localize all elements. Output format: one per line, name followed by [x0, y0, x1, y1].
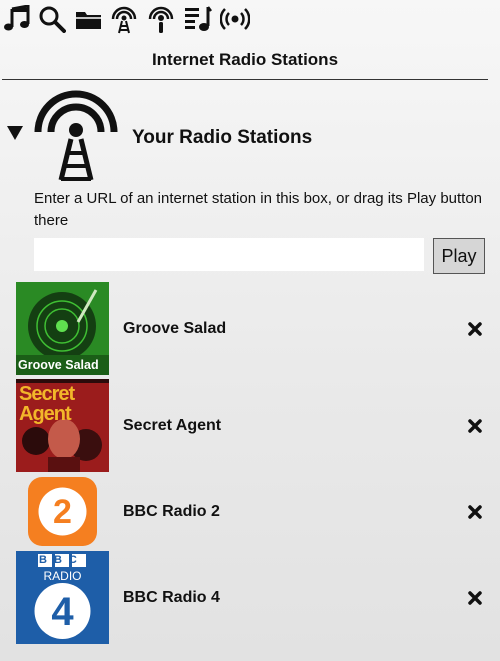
- artwork-label: Groove Salad: [18, 358, 99, 372]
- station-item[interactable]: BBC RADIO 4 BBC Radio 4: [0, 551, 500, 645]
- station-name[interactable]: BBC Radio 4: [123, 551, 220, 644]
- play-button[interactable]: Play: [433, 238, 485, 274]
- toolbar: [0, 0, 500, 38]
- station-artwork: Secret Agent: [16, 379, 109, 472]
- station-artwork: Groove Salad: [16, 282, 109, 375]
- station-item[interactable]: Groove Salad Groove Salad: [0, 282, 500, 376]
- station-item[interactable]: 2 BBC Radio 2: [0, 465, 500, 559]
- station-artwork: 2: [16, 465, 109, 558]
- remove-station-icon[interactable]: [468, 379, 482, 472]
- broadcast-icon[interactable]: [220, 4, 250, 34]
- remove-station-icon[interactable]: [468, 551, 482, 644]
- artwork-label-number: 4: [51, 590, 74, 634]
- search-icon[interactable]: [37, 4, 67, 34]
- page-title: Internet Radio Stations: [151, 50, 339, 69]
- station-name[interactable]: Groove Salad: [123, 282, 226, 375]
- music-note-icon[interactable]: [2, 4, 32, 34]
- collapse-triangle-icon[interactable]: [7, 126, 23, 145]
- artwork-label: 2: [53, 493, 72, 531]
- station-url-input[interactable]: [34, 238, 424, 271]
- playlist-icon[interactable]: [183, 4, 213, 34]
- section-header: Your Radio Stations: [0, 86, 500, 186]
- section-title: Your Radio Stations: [132, 127, 313, 148]
- radio-tower-icon: [32, 86, 120, 187]
- remove-station-icon[interactable]: [468, 465, 482, 558]
- station-name[interactable]: Secret Agent: [123, 379, 221, 472]
- url-hint-text: Enter a URL of an internet station in th…: [34, 190, 483, 229]
- artwork-label: Secret Agent: [19, 383, 75, 425]
- remove-station-icon[interactable]: [468, 282, 482, 375]
- radio-tower-icon[interactable]: [109, 4, 139, 34]
- station-artwork: BBC RADIO 4: [16, 551, 109, 644]
- station-item[interactable]: Secret Agent Secret Agent: [0, 379, 500, 473]
- artwork-label-bbc: BBC: [39, 554, 84, 566]
- artwork-label-radio: RADIO: [43, 569, 82, 583]
- podcast-icon[interactable]: [146, 4, 176, 34]
- divider: [2, 79, 488, 80]
- folder-icon[interactable]: [74, 4, 104, 34]
- station-name[interactable]: BBC Radio 2: [123, 465, 220, 558]
